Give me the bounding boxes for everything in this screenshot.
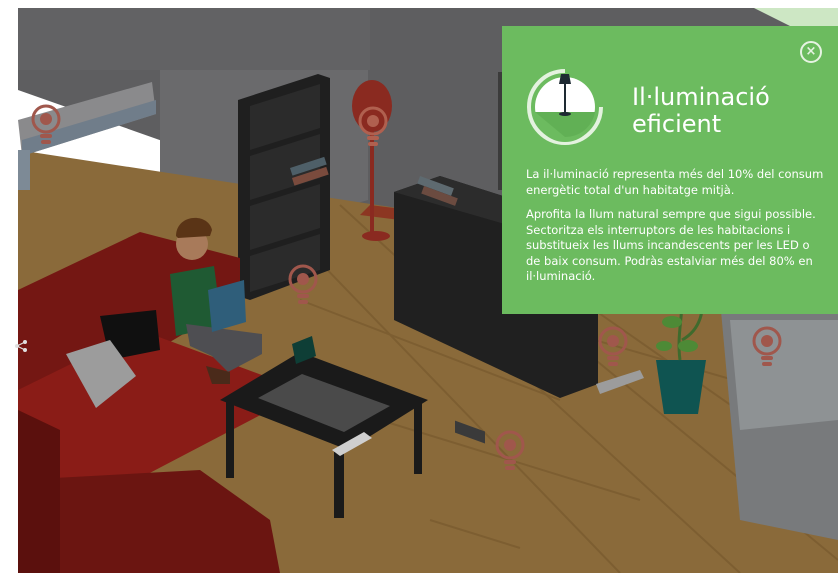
panel-title: Il·luminació eficient [632, 84, 822, 138]
hotspot-floor[interactable] [495, 430, 525, 476]
panel-title-line1: Il·luminació [632, 83, 770, 111]
hotspot-tv-unit[interactable] [598, 326, 628, 372]
lightbulb-icon [31, 104, 61, 144]
close-icon: × [805, 44, 817, 59]
lightbulb-icon [495, 430, 525, 470]
panel-body: La il·luminació representa més del 10% d… [526, 167, 826, 294]
close-button[interactable]: × [800, 41, 822, 63]
share-button[interactable] [14, 338, 28, 352]
lightbulb-icon [752, 326, 782, 366]
panel-title-line2: eficient [632, 110, 722, 138]
share-icon [15, 340, 27, 352]
hotspot-window[interactable] [752, 326, 782, 372]
floor-lamp-icon [527, 69, 603, 145]
hotspot-air-conditioner[interactable] [31, 104, 61, 150]
hotspot-floor-lamp[interactable] [358, 106, 388, 152]
lightbulb-icon [288, 264, 318, 304]
panel-paragraph: Aprofita la llum natural sempre que sigu… [526, 207, 816, 283]
lightbulb-icon [358, 106, 388, 146]
hotspot-shelf[interactable] [288, 264, 318, 310]
info-panel: × Il·luminació eficient La il·luminació … [502, 26, 838, 314]
lightbulb-icon [598, 326, 628, 366]
panel-paragraph: La il·luminació representa més del 10% d… [526, 167, 824, 197]
